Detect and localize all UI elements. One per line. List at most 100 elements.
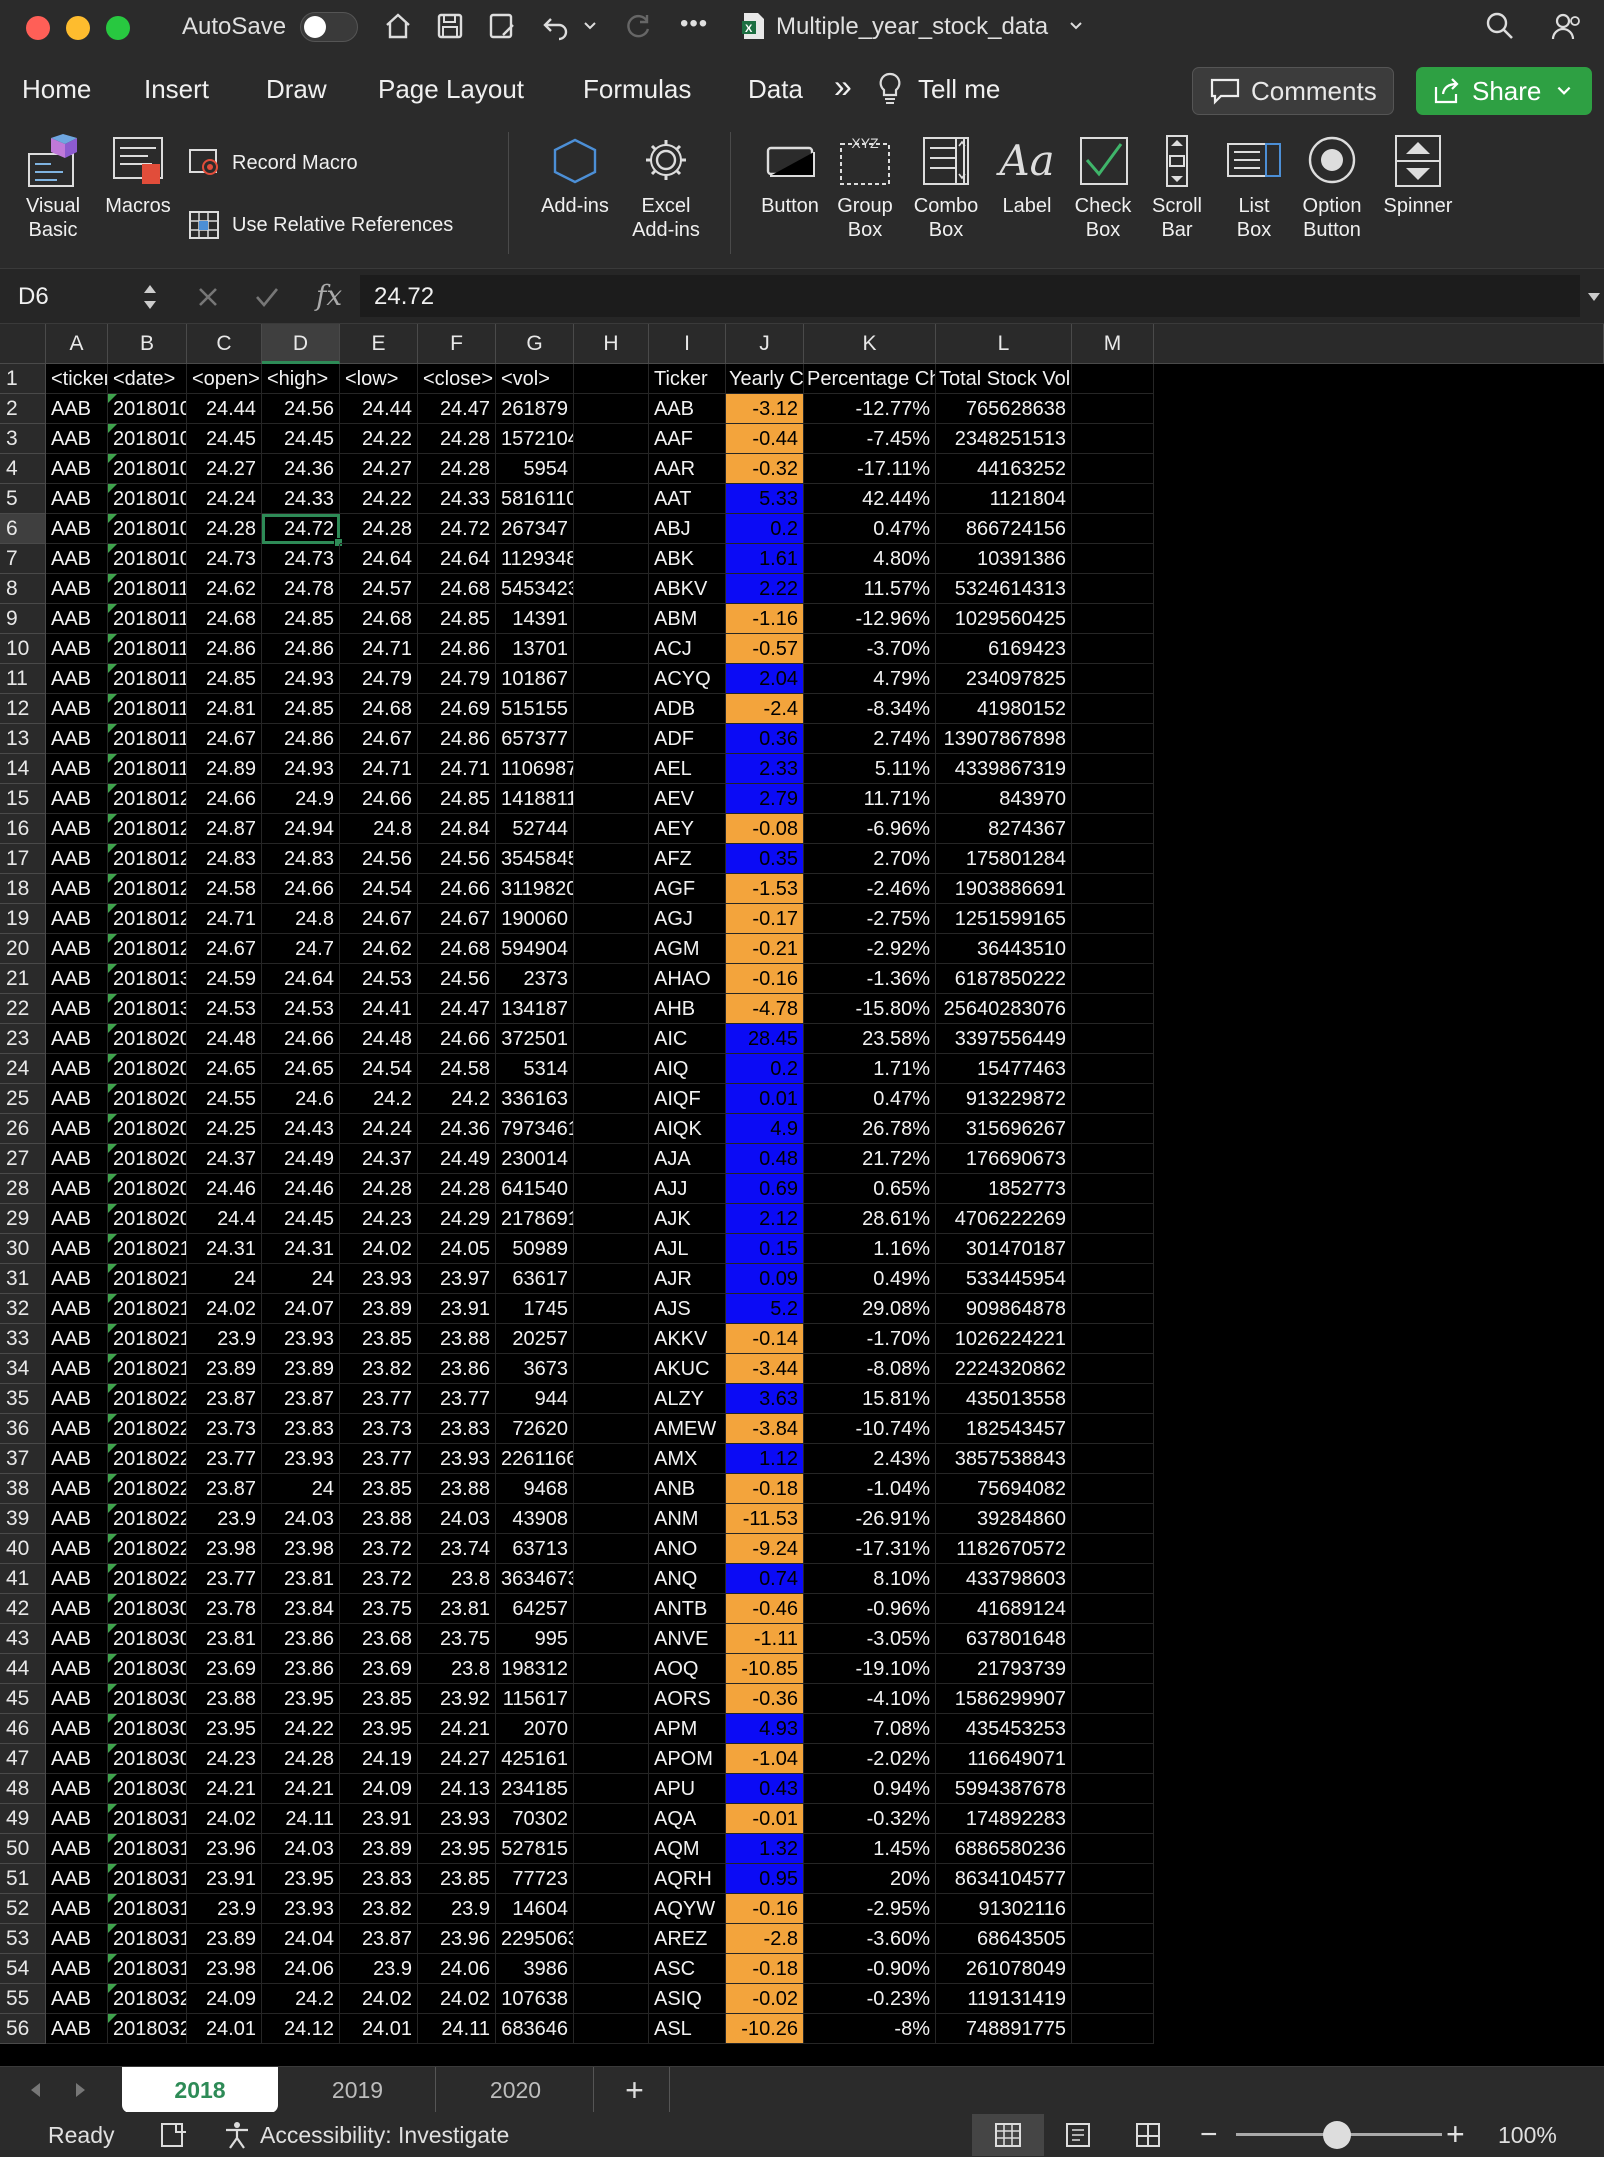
cell-b24[interactable]: 20180202 — [108, 1054, 187, 1084]
cell-m54[interactable] — [1072, 1954, 1154, 1984]
cell-b21[interactable]: 20180130 — [108, 964, 187, 994]
row-header[interactable]: 14 — [0, 754, 46, 784]
cell-b33[interactable]: 20180215 — [108, 1324, 187, 1354]
cell-f12[interactable]: 24.69 — [418, 694, 496, 724]
cell-a48[interactable]: AAB — [46, 1774, 108, 1804]
cell-k38[interactable]: -1.04% — [804, 1474, 936, 1504]
cell-l16[interactable]: 8274367 — [936, 814, 1072, 844]
cell-b26[interactable]: 20180206 — [108, 1114, 187, 1144]
cell-e56[interactable]: 24.01 — [340, 2014, 418, 2044]
cell-a36[interactable]: AAB — [46, 1414, 108, 1444]
row-header[interactable]: 54 — [0, 1954, 46, 1984]
cell-d18[interactable]: 24.66 — [262, 874, 340, 904]
cell-i33[interactable]: AKKV — [649, 1324, 726, 1354]
cell-j27[interactable]: 0.48 — [726, 1144, 804, 1174]
cell-k44[interactable]: -19.10% — [804, 1654, 936, 1684]
cell-a25[interactable]: AAB — [46, 1084, 108, 1114]
cell-h3[interactable] — [574, 424, 649, 454]
label-control[interactable]: Aa Label — [994, 134, 1060, 218]
cell-j43[interactable]: -1.11 — [726, 1624, 804, 1654]
cell-m34[interactable] — [1072, 1354, 1154, 1384]
cell-g3[interactable]: 15721045 — [496, 424, 574, 454]
cell-i55[interactable]: ASIQ — [649, 1984, 726, 2014]
group-box-control[interactable]: XYZ Group Box — [832, 134, 898, 242]
cell-e52[interactable]: 23.82 — [340, 1894, 418, 1924]
cell-h18[interactable] — [574, 874, 649, 904]
cell-a17[interactable]: AAB — [46, 844, 108, 874]
form-button-control[interactable]: Button — [752, 134, 828, 218]
cell-g30[interactable]: 50989 — [496, 1234, 574, 1264]
cell-e35[interactable]: 23.77 — [340, 1384, 418, 1414]
cell-c49[interactable]: 24.02 — [187, 1804, 262, 1834]
cell-a20[interactable]: AAB — [46, 934, 108, 964]
cell-d11[interactable]: 24.93 — [262, 664, 340, 694]
cell-f2[interactable]: 24.47 — [418, 394, 496, 424]
cell-k55[interactable]: -0.23% — [804, 1984, 936, 2014]
cell-e13[interactable]: 24.67 — [340, 724, 418, 754]
cell-h39[interactable] — [574, 1504, 649, 1534]
formula-input[interactable]: 24.72 — [360, 275, 1580, 317]
cell-i25[interactable]: AIQF — [649, 1084, 726, 1114]
row-header[interactable]: 13 — [0, 724, 46, 754]
cell-c39[interactable]: 23.9 — [187, 1504, 262, 1534]
cell-g23[interactable]: 372501 — [496, 1024, 574, 1054]
cell-f23[interactable]: 24.66 — [418, 1024, 496, 1054]
cell-k28[interactable]: 0.65% — [804, 1174, 936, 1204]
cell-i2[interactable]: AAB — [649, 394, 726, 424]
cell-h45[interactable] — [574, 1684, 649, 1714]
cell-i56[interactable]: ASL — [649, 2014, 726, 2044]
cell-b44[interactable]: 20180305 — [108, 1654, 187, 1684]
cell-k11[interactable]: 4.79% — [804, 664, 936, 694]
cell-c31[interactable]: 24 — [187, 1264, 262, 1294]
cell-d1[interactable]: <high> — [262, 364, 340, 394]
cell-i5[interactable]: AAT — [649, 484, 726, 514]
cell-l30[interactable]: 301470187 — [936, 1234, 1072, 1264]
cell-h38[interactable] — [574, 1474, 649, 1504]
cell-a21[interactable]: AAB — [46, 964, 108, 994]
cell-f34[interactable]: 23.86 — [418, 1354, 496, 1384]
row-header[interactable]: 31 — [0, 1264, 46, 1294]
cell-b20[interactable]: 20180129 — [108, 934, 187, 964]
column-header-i[interactable]: I — [649, 324, 726, 364]
cell-k34[interactable]: -8.08% — [804, 1354, 936, 1384]
cell-k22[interactable]: -15.80% — [804, 994, 936, 1024]
cell-a16[interactable]: AAB — [46, 814, 108, 844]
cell-i6[interactable]: ABJ — [649, 514, 726, 544]
cell-c26[interactable]: 24.25 — [187, 1114, 262, 1144]
cell-d39[interactable]: 24.03 — [262, 1504, 340, 1534]
cell-j5[interactable]: 5.33 — [726, 484, 804, 514]
cell-b13[interactable]: 20180118 — [108, 724, 187, 754]
cell-m18[interactable] — [1072, 874, 1154, 904]
cell-h26[interactable] — [574, 1114, 649, 1144]
cell-i54[interactable]: ASC — [649, 1954, 726, 1984]
cell-b49[interactable]: 20180312 — [108, 1804, 187, 1834]
cell-h55[interactable] — [574, 1984, 649, 2014]
cell-i34[interactable]: AKUC — [649, 1354, 726, 1384]
cell-a3[interactable]: AAB — [46, 424, 108, 454]
cell-l46[interactable]: 435453253 — [936, 1714, 1072, 1744]
cell-f43[interactable]: 23.75 — [418, 1624, 496, 1654]
row-header[interactable]: 43 — [0, 1624, 46, 1654]
zoom-in-button[interactable]: + — [1446, 2116, 1465, 2153]
cell-d5[interactable]: 24.33 — [262, 484, 340, 514]
cell-j56[interactable]: -10.26 — [726, 2014, 804, 2044]
cell-m9[interactable] — [1072, 604, 1154, 634]
cell-i23[interactable]: AIC — [649, 1024, 726, 1054]
cell-b9[interactable]: 20180111 — [108, 604, 187, 634]
cell-g25[interactable]: 336163 — [496, 1084, 574, 1114]
cell-g38[interactable]: 9468 — [496, 1474, 574, 1504]
cell-l47[interactable]: 116649071 — [936, 1744, 1072, 1774]
cell-e47[interactable]: 24.19 — [340, 1744, 418, 1774]
cell-j44[interactable]: -10.85 — [726, 1654, 804, 1684]
cell-h19[interactable] — [574, 904, 649, 934]
spreadsheet-grid[interactable]: ABCDEFGHIJKLM 1<ticker><date><open><high… — [0, 324, 1604, 2066]
cell-i29[interactable]: AJK — [649, 1204, 726, 1234]
cell-b54[interactable]: 20180319 — [108, 1954, 187, 1984]
cell-e42[interactable]: 23.75 — [340, 1594, 418, 1624]
cell-g7[interactable]: 1129348 — [496, 544, 574, 574]
cell-f21[interactable]: 24.56 — [418, 964, 496, 994]
cell-j45[interactable]: -0.36 — [726, 1684, 804, 1714]
cell-h14[interactable] — [574, 754, 649, 784]
cell-i11[interactable]: ACYQ — [649, 664, 726, 694]
cell-f24[interactable]: 24.58 — [418, 1054, 496, 1084]
